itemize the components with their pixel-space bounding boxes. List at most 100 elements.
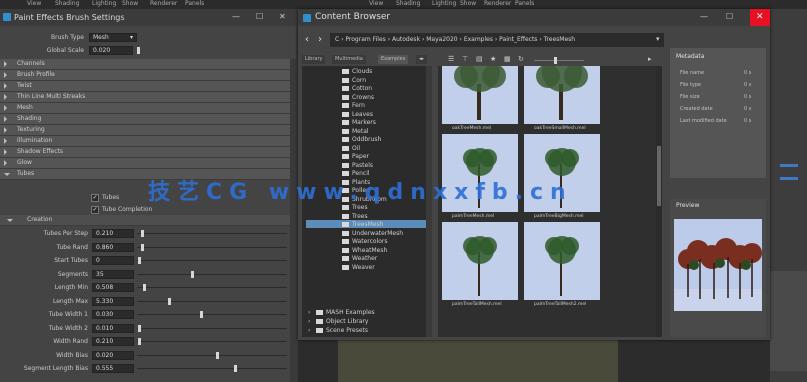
field-slider-thumb[interactable] [138, 324, 141, 332]
refresh-icon[interactable]: ↻ [518, 55, 524, 63]
field-slider-thumb[interactable] [141, 243, 144, 251]
viewport[interactable] [298, 340, 770, 382]
field-value[interactable]: 0 [92, 256, 134, 265]
tree-item[interactable]: Trees [352, 213, 368, 220]
field-value[interactable]: 5.330 [92, 296, 134, 306]
field-value[interactable]: 0.210 [92, 229, 134, 238]
maximize-icon[interactable]: ☐ [256, 12, 263, 21]
menu-shading[interactable]: Shading [55, 0, 79, 7]
grid-scroll-thumb[interactable] [657, 146, 661, 206]
expand-right-icon[interactable]: ▸ [648, 55, 652, 63]
menu-renderer[interactable]: Renderer [150, 0, 177, 7]
global-scale-field[interactable]: 0.020 [89, 46, 133, 55]
section-channels[interactable]: Channels [0, 59, 290, 70]
field-slider-thumb[interactable] [141, 230, 144, 237]
field-slider-thumb[interactable] [199, 311, 203, 318]
list-view-icon[interactable]: ☰ [448, 55, 454, 63]
tree-item[interactable]: Clouds [352, 68, 372, 75]
tree-item[interactable]: Leaves [352, 111, 373, 118]
tree-item[interactable]: Weaver [352, 264, 375, 271]
tree-item[interactable]: Oddbrush [352, 136, 381, 143]
tree-item[interactable]: Scene Presets [326, 327, 368, 334]
tree-item[interactable]: Pastels [352, 162, 373, 169]
close-icon[interactable]: ✕ [279, 12, 286, 21]
expand-arrow-icon[interactable]: › [308, 309, 310, 316]
menu-renderer-2[interactable]: Renderer [484, 0, 511, 7]
field-value[interactable]: 0.030 [92, 310, 134, 319]
tab-scroll-icon[interactable]: ◂▸ [416, 55, 428, 64]
menu-show-2[interactable]: Show [460, 0, 476, 7]
field-slider-thumb[interactable] [168, 297, 171, 305]
menu-lighting[interactable]: Lighting [92, 0, 116, 7]
tree-item[interactable]: UnderwaterMesh [352, 230, 403, 237]
section-brush-profile[interactable]: Brush Profile [0, 70, 290, 81]
panel-scrollbar[interactable] [290, 59, 296, 382]
tube-completion-checkbox[interactable]: ✓ [91, 206, 99, 214]
tree-item[interactable]: Markers [352, 119, 376, 126]
tree-item[interactable]: MASH Examples [326, 309, 375, 316]
menu-shading-2[interactable]: Shading [396, 0, 420, 7]
grid-scrollbar[interactable] [656, 66, 662, 337]
section-mesh[interactable]: Mesh [0, 103, 290, 114]
tree-item[interactable]: Oil [352, 145, 360, 152]
menu-panels-2[interactable]: Panels [515, 0, 534, 7]
tree-view-icon[interactable]: ⊤ [462, 55, 468, 63]
section-texturing[interactable]: Texturing [0, 125, 290, 136]
tree-thumbnail[interactable] [524, 222, 600, 300]
tree-thumbnail[interactable] [442, 222, 518, 300]
tubes-checkbox[interactable]: ✓ [91, 194, 99, 202]
tree-item[interactable]: Metal [352, 128, 369, 135]
section-twist[interactable]: Twist [0, 81, 290, 92]
field-slider-thumb[interactable] [190, 270, 194, 278]
menu-lighting-2[interactable]: Lighting [432, 0, 456, 7]
path-dropdown-icon[interactable]: ▾ [656, 35, 660, 43]
field-slider-thumb[interactable] [216, 351, 219, 359]
path-bar[interactable]: C › Program Files › Autodesk › Maya2020 … [330, 33, 664, 47]
field-slider-thumb[interactable] [234, 365, 237, 372]
minimize-icon[interactable]: — [700, 12, 708, 21]
thumb-size-slider[interactable] [554, 57, 557, 64]
tree-thumbnail[interactable] [524, 66, 600, 124]
close-button[interactable]: ✕ [750, 9, 770, 26]
tab-multimedia[interactable]: Multimedia [332, 55, 366, 64]
field-value[interactable]: 0.010 [92, 323, 134, 333]
grid-view-icon[interactable]: ▦ [504, 55, 511, 63]
tree-item[interactable]: Object Library [326, 318, 368, 325]
section-illumination[interactable]: Illumination [0, 136, 290, 147]
tree-item[interactable]: WheatMesh [352, 247, 387, 254]
menu-view-2[interactable]: View [369, 0, 383, 7]
field-value[interactable]: 0.020 [92, 350, 134, 360]
expand-arrow-icon[interactable]: › [308, 327, 310, 334]
tree-item[interactable]: Paper [352, 153, 369, 160]
tree-item[interactable]: Weather [352, 255, 377, 262]
field-slider-thumb[interactable] [138, 257, 141, 264]
tree-item[interactable]: Fern [352, 102, 365, 109]
tree-item[interactable]: Watercolors [352, 238, 388, 245]
minimize-icon[interactable]: — [232, 12, 240, 21]
tree-item[interactable]: Cotton [352, 85, 372, 92]
tree-thumbnail[interactable] [442, 66, 518, 124]
field-slider-thumb[interactable] [142, 284, 146, 291]
section-shadow-effects[interactable]: Shadow Effects [0, 147, 290, 158]
expand-arrow-icon[interactable]: › [308, 318, 310, 325]
maximize-icon[interactable]: ☐ [726, 12, 733, 21]
menu-panels[interactable]: Panels [185, 0, 204, 7]
field-slider-thumb[interactable] [138, 338, 141, 345]
section-shading[interactable]: Shading [0, 114, 290, 125]
favorite-star-icon[interactable]: ★ [490, 55, 496, 63]
field-value[interactable]: 0.508 [92, 283, 134, 292]
brush-type-select[interactable]: Mesh ▾ [89, 33, 137, 42]
field-value[interactable]: 0.555 [92, 364, 134, 373]
field-value[interactable]: 35 [92, 269, 134, 279]
forward-arrow-icon[interactable]: › [318, 34, 322, 45]
tree-item[interactable]: TreesMesh [352, 221, 383, 228]
global-scale-slider[interactable] [137, 47, 140, 54]
tree-item[interactable]: Crowns [352, 94, 374, 101]
field-value[interactable]: 0.860 [92, 242, 134, 252]
tab-library[interactable]: Library [302, 55, 326, 64]
tab-examples[interactable]: Examples [378, 55, 409, 64]
folder-icon[interactable]: ▤ [476, 55, 483, 63]
back-arrow-icon[interactable]: ‹ [305, 34, 309, 45]
section-glow[interactable]: Glow [0, 158, 290, 169]
section-creation[interactable]: Creation [0, 215, 290, 226]
